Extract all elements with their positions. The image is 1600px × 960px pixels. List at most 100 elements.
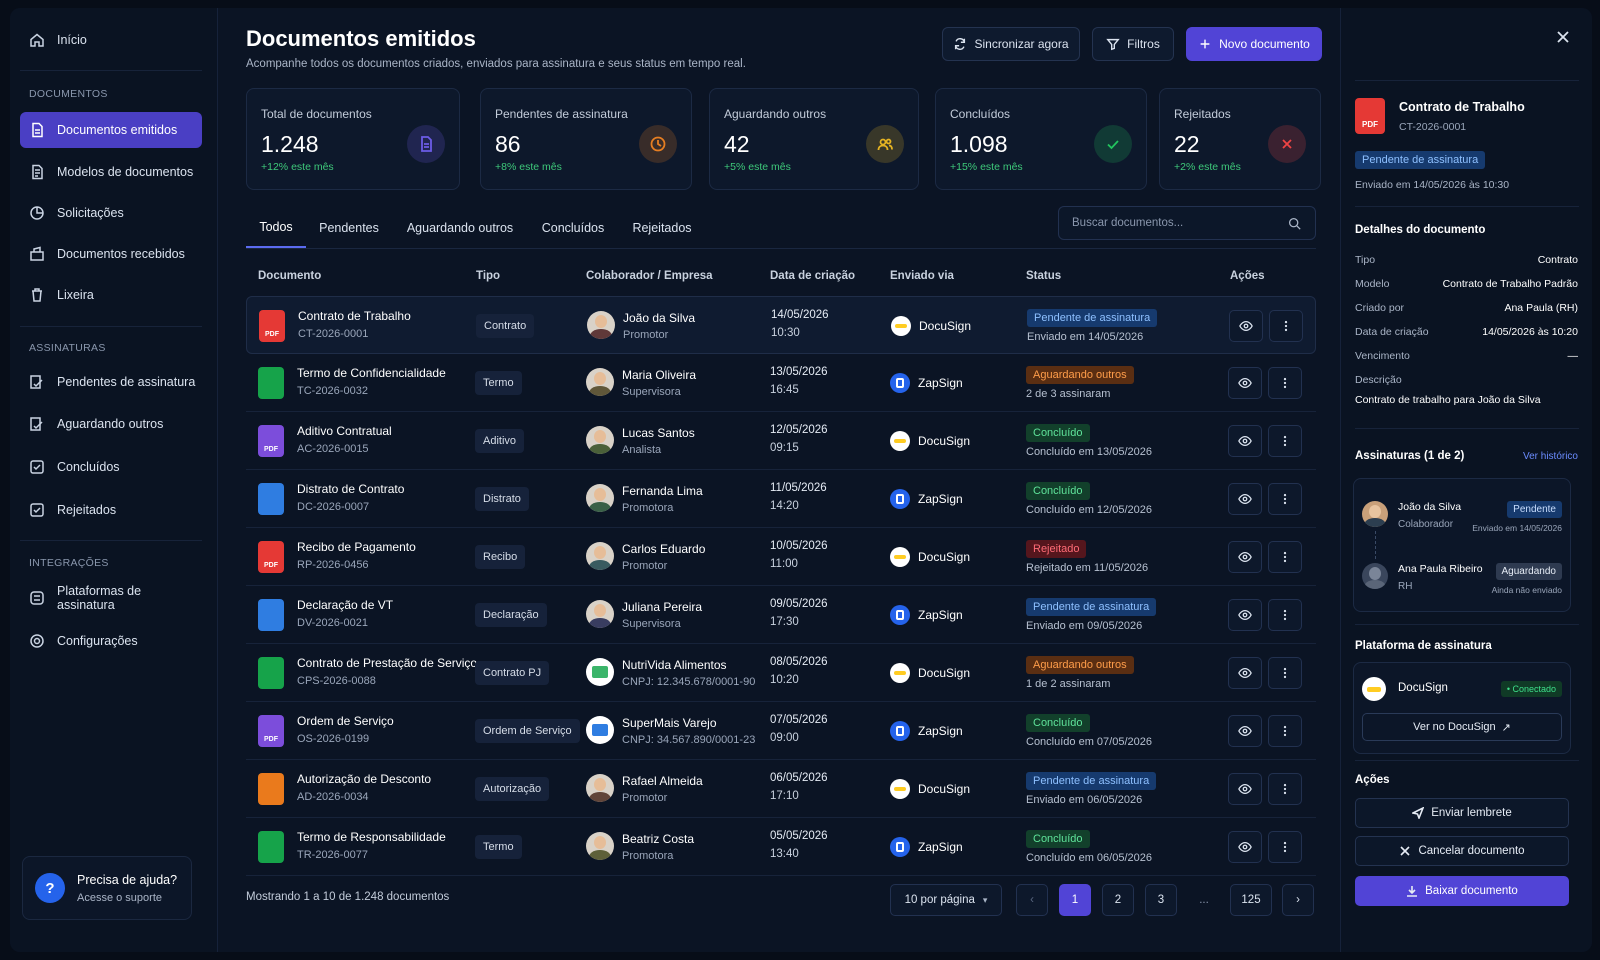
- sidebar-item-recebidos[interactable]: Documentos recebidos: [20, 236, 202, 272]
- table-row[interactable]: Distrato de Contrato DC-2026-0007 Distra…: [246, 470, 1316, 528]
- view-button[interactable]: [1228, 657, 1262, 689]
- table-row[interactable]: Contrato de Prestação de Serviço CPS-202…: [246, 644, 1316, 702]
- more-vertical-icon: [1284, 320, 1288, 332]
- document-code: DC-2026-0007: [297, 501, 370, 513]
- view-button[interactable]: [1228, 425, 1262, 457]
- sidebar-item-solicitacoes[interactable]: Solicitações: [20, 195, 202, 231]
- document-icon: [407, 125, 445, 163]
- tab-concluidos[interactable]: Concluídos: [534, 208, 612, 248]
- zapsign-logo: [890, 605, 910, 625]
- column-header-acoes: Ações: [1230, 270, 1265, 282]
- tab-todos[interactable]: Todos: [246, 208, 306, 248]
- more-vertical-icon: [1283, 493, 1287, 505]
- sidebar-item-pendentes[interactable]: Pendentes de assinatura: [20, 364, 202, 400]
- more-options-button[interactable]: [1268, 541, 1302, 573]
- app-window: Início DOCUMENTOS Documentos emitidos Mo…: [10, 8, 1592, 952]
- view-button[interactable]: [1228, 831, 1262, 863]
- page-button-2[interactable]: 2: [1102, 884, 1134, 916]
- platform-name: DocuSign: [918, 666, 971, 680]
- sidebar-item-configuracoes[interactable]: Configurações: [20, 623, 202, 659]
- page-button-1[interactable]: 1: [1059, 884, 1091, 916]
- status-badge: Concluído: [1026, 714, 1090, 732]
- more-options-button[interactable]: [1268, 715, 1302, 747]
- filters-button[interactable]: Filtros: [1092, 27, 1174, 61]
- sidebar-item-inicio[interactable]: Início: [20, 22, 202, 58]
- per-page-select[interactable]: 10 por página ▾: [890, 884, 1002, 916]
- avatar: [586, 484, 614, 512]
- stat-value: 1.098: [950, 131, 1008, 157]
- view-button[interactable]: [1228, 599, 1262, 631]
- prev-page-button[interactable]: ‹: [1016, 884, 1048, 916]
- history-link[interactable]: Ver histórico: [1523, 451, 1578, 462]
- table-row[interactable]: PDF Aditivo Contratual AC-2026-0015 Adit…: [246, 412, 1316, 470]
- table-row[interactable]: PDF Contrato de Trabalho CT-2026-0001 Co…: [246, 296, 1316, 354]
- sidebar-item-modelos[interactable]: Modelos de documentos: [20, 154, 202, 190]
- view-button[interactable]: [1228, 367, 1262, 399]
- sidebar-item-concluidos[interactable]: Concluídos: [20, 449, 202, 485]
- view-button[interactable]: [1228, 541, 1262, 573]
- more-options-button[interactable]: [1268, 831, 1302, 863]
- search-input[interactable]: Buscar documentos...: [1058, 206, 1316, 240]
- platform-name: DocuSign: [1398, 682, 1448, 694]
- new-document-button[interactable]: Novo documento: [1186, 27, 1322, 61]
- table-row[interactable]: Autorização de Desconto AD-2026-0034 Aut…: [246, 760, 1316, 818]
- signer-status-badge: Aguardando: [1495, 563, 1562, 580]
- sidebar-item-label: Lixeira: [57, 288, 94, 302]
- table-row[interactable]: PDF Ordem de Serviço OS-2026-0199 Ordem …: [246, 702, 1316, 760]
- status-detail: Concluído em 06/05/2026: [1026, 852, 1152, 864]
- eye-icon: [1238, 377, 1252, 389]
- person-role: CNPJ: 12.345.678/0001-90: [622, 676, 756, 688]
- document-type: Autorização: [475, 777, 550, 801]
- stat-label: Pendentes de assinatura: [495, 107, 628, 121]
- page-button-last[interactable]: 125: [1230, 884, 1272, 916]
- page-button-3[interactable]: 3: [1145, 884, 1177, 916]
- download-document-button[interactable]: Baixar documento: [1355, 876, 1569, 906]
- status-detail: 1 de 2 assinaram: [1026, 678, 1111, 690]
- more-options-button[interactable]: [1268, 367, 1302, 399]
- tab-pendentes[interactable]: Pendentes: [312, 208, 386, 248]
- document-name: Autorização de Desconto: [297, 772, 432, 786]
- file-icon: [258, 367, 284, 399]
- stat-change: +12% este mês: [261, 161, 334, 173]
- sidebar-item-lixeira[interactable]: Lixeira: [20, 277, 202, 313]
- person-role: Supervisora: [622, 386, 681, 398]
- platform-card: DocuSign • Conectado Ver no DocuSign ↗: [1353, 662, 1571, 754]
- table-row[interactable]: Declaração de VT DV-2026-0021 Declaração…: [246, 586, 1316, 644]
- view-button[interactable]: [1228, 715, 1262, 747]
- sidebar-item-documentos-emitidos[interactable]: Documentos emitidos: [20, 112, 202, 148]
- table-row[interactable]: Termo de Confidencialidade TC-2026-0032 …: [246, 354, 1316, 412]
- next-page-button[interactable]: ›: [1282, 884, 1314, 916]
- sidebar-item-rejeitados[interactable]: Rejeitados: [20, 492, 202, 528]
- person-name: Beatriz Costa: [622, 832, 695, 846]
- more-options-button[interactable]: [1268, 483, 1302, 515]
- view-button[interactable]: [1228, 483, 1262, 515]
- sidebar-item-aguardando[interactable]: Aguardando outros: [20, 406, 202, 442]
- more-options-button[interactable]: [1268, 599, 1302, 631]
- more-options-button[interactable]: [1268, 425, 1302, 457]
- tab-aguardando-outros[interactable]: Aguardando outros: [396, 208, 524, 248]
- cancel-document-button[interactable]: Cancelar documento: [1355, 836, 1569, 866]
- sidebar-item-plataformas[interactable]: Plataformas de assinatura: [20, 580, 202, 616]
- close-button[interactable]: [1556, 30, 1570, 44]
- more-options-button[interactable]: [1268, 657, 1302, 689]
- more-options-button[interactable]: [1268, 773, 1302, 805]
- more-options-button[interactable]: [1269, 310, 1303, 342]
- help-card[interactable]: ? Precisa de ajuda? Acesse o suporte: [22, 856, 192, 920]
- sync-button[interactable]: Sincronizar agora: [942, 27, 1080, 61]
- view-button[interactable]: [1228, 773, 1262, 805]
- status-detail: Concluído em 13/05/2026: [1026, 446, 1152, 458]
- table-row[interactable]: PDF Recibo de Pagamento RP-2026-0456 Rec…: [246, 528, 1316, 586]
- company-logo: [586, 716, 614, 744]
- created-date: 13/05/2026: [770, 366, 828, 378]
- tab-rejeitados[interactable]: Rejeitados: [622, 208, 702, 248]
- view-button[interactable]: [1229, 310, 1263, 342]
- table-row[interactable]: Termo de Responsabilidade TR-2026-0077 T…: [246, 818, 1316, 876]
- eye-icon: [1238, 667, 1252, 679]
- search-icon: [1288, 217, 1301, 230]
- page-title: Documentos emitidos: [246, 26, 476, 51]
- document-type: Declaração: [475, 603, 547, 627]
- stat-change: +15% este mês: [950, 161, 1023, 173]
- send-reminder-button[interactable]: Enviar lembrete: [1355, 798, 1569, 828]
- open-platform-button[interactable]: Ver no DocuSign ↗: [1362, 713, 1562, 741]
- zapsign-logo: [890, 837, 910, 857]
